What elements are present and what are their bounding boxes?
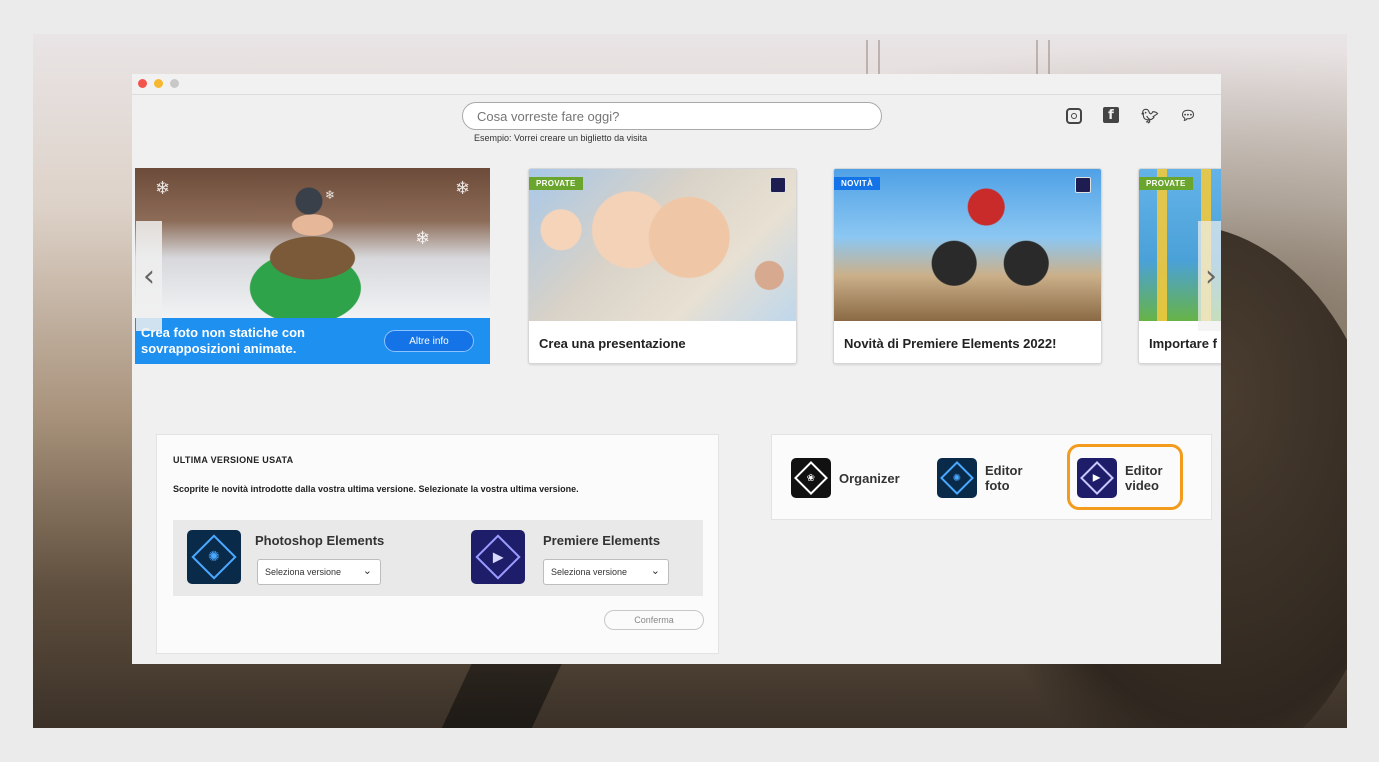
photo-editor-label-line1: Editor	[985, 463, 1023, 478]
organizer-label: Organizer	[839, 470, 900, 486]
app-icon	[770, 177, 786, 193]
photo-editor-label-line2: foto	[985, 478, 1010, 493]
carousel-card[interactable]: PROVATE Crea una presentazione	[528, 168, 797, 364]
video-editor-label: Editor video	[1125, 463, 1163, 493]
twitter-icon[interactable]: 🐦︎	[1141, 107, 1159, 125]
snowflake-icon: ❄	[325, 188, 336, 202]
photo-editor-launcher[interactable]: ✺ Editor foto	[937, 457, 1023, 499]
version-select-photoshop[interactable]: Seleziona versione ⌄	[257, 559, 381, 585]
more-info-button[interactable]: Altre info	[384, 330, 474, 352]
title-bar	[132, 74, 1221, 95]
card-image	[834, 169, 1101, 321]
snowflake-icon: ❄	[455, 178, 471, 198]
search-input[interactable]	[462, 102, 882, 130]
last-version-panel: ULTIMA VERSIONE USATA Scoprite le novità…	[156, 434, 719, 654]
chevron-left-icon[interactable]: ‹	[136, 221, 162, 331]
chat-icon[interactable]: 💬︎	[1179, 107, 1197, 125]
card-badge: NOVITÀ	[834, 177, 881, 190]
hero-banner-text: Crea foto non statiche con sovrapposizio…	[141, 325, 305, 356]
premiere-elements-icon: ▶	[471, 530, 525, 584]
hero-image: ❄ ❄ ❄ ❄	[135, 168, 490, 318]
app-window: Esempio: Vorrei creare un biglietto da v…	[132, 74, 1221, 664]
instagram-icon[interactable]	[1065, 107, 1083, 125]
organizer-icon: ❀	[791, 458, 831, 498]
close-window-button[interactable]	[138, 79, 147, 88]
minimize-window-button[interactable]	[154, 79, 163, 88]
version-select-premiere[interactable]: Seleziona versione ⌄	[543, 559, 669, 585]
photo-editor-label: Editor foto	[985, 463, 1023, 493]
chevron-right-icon[interactable]: ›	[1198, 221, 1221, 331]
photo-editor-icon: ✺	[937, 458, 977, 498]
card-caption: Importare f	[1149, 336, 1217, 351]
video-editor-launcher[interactable]: ▶ Editor video	[1077, 457, 1163, 499]
organizer-launcher[interactable]: ❀ Organizer	[791, 457, 900, 499]
video-editor-icon: ▶	[1077, 458, 1117, 498]
product-name: Photoshop Elements	[255, 533, 385, 548]
hero-banner: Crea foto non statiche con sovrapposizio…	[135, 318, 490, 364]
chevron-down-icon: ⌄	[650, 564, 660, 577]
photoshop-elements-icon: ✺	[187, 530, 241, 584]
carousel: ❄ ❄ ❄ ❄ Crea foto non statiche con sovra…	[132, 166, 1221, 366]
card-caption: Crea una presentazione	[539, 336, 686, 351]
card-caption: Novità di Premiere Elements 2022!	[844, 336, 1057, 351]
video-editor-label-line1: Editor	[1125, 463, 1163, 478]
version-select-label: Seleziona versione	[265, 567, 342, 577]
snowflake-icon: ❄	[415, 228, 431, 248]
snowflake-icon: ❄	[155, 178, 171, 198]
launcher-panel: ❀ Organizer ✺ Editor foto ▶ Editor video	[771, 434, 1212, 520]
version-select-label: Seleziona versione	[551, 567, 628, 577]
chevron-down-icon: ⌄	[362, 564, 372, 577]
app-icon	[1075, 177, 1091, 193]
product-name: Premiere Elements	[543, 533, 661, 548]
facebook-icon[interactable]: f	[1103, 107, 1119, 123]
product-row: ✺ Photoshop Elements Seleziona versione …	[173, 520, 703, 596]
card-badge: PROVATE	[529, 177, 583, 190]
confirm-button[interactable]: Conferma	[604, 610, 704, 630]
last-version-subtitle: Scoprite le novità introdotte dalla vost…	[173, 484, 579, 494]
carousel-card[interactable]: NOVITÀ Novità di Premiere Elements 2022!	[833, 168, 1102, 364]
last-version-title: ULTIMA VERSIONE USATA	[173, 455, 294, 465]
video-editor-label-line2: video	[1125, 478, 1159, 493]
zoom-window-button[interactable]	[170, 79, 179, 88]
card-image	[529, 169, 796, 321]
carousel-hero-card[interactable]: ❄ ❄ ❄ ❄ Crea foto non statiche con sovra…	[135, 168, 490, 364]
card-badge: PROVATE	[1139, 177, 1193, 190]
search-hint: Esempio: Vorrei creare un biglietto da v…	[474, 133, 648, 143]
